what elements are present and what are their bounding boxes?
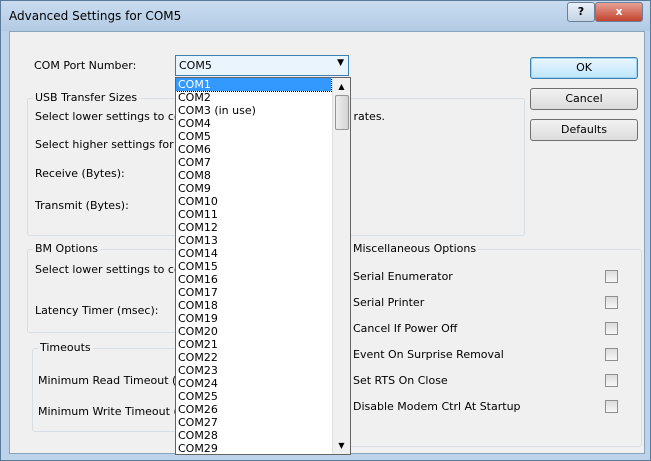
com-port-option[interactable]: COM21 <box>176 338 331 351</box>
usb-hint-line1: Select lower settings to corre <box>35 110 197 123</box>
window-title: Advanced Settings for COM5 <box>9 9 182 23</box>
event-on-surprise-removal-checkbox[interactable] <box>605 348 618 361</box>
com-port-option[interactable]: COM28 <box>176 429 331 442</box>
usb-transfer-title: USB Transfer Sizes <box>33 91 140 104</box>
com-port-option[interactable]: COM9 <box>176 182 331 195</box>
serial-printer-checkbox[interactable] <box>605 296 618 309</box>
transmit-label: Transmit (Bytes): <box>35 199 129 212</box>
com-port-option[interactable]: COM3 (in use) <box>176 104 331 117</box>
com-port-option[interactable]: COM10 <box>176 195 331 208</box>
ok-button[interactable]: OK <box>530 57 638 79</box>
latency-timer-label: Latency Timer (msec): <box>35 304 159 317</box>
dropdown-scrollbar[interactable]: ▲ ▼ <box>332 78 350 454</box>
dialog-window: Advanced Settings for COM5 ? x COM Port … <box>0 0 651 461</box>
com-port-list: COM1 COM2 COM3 (in use) COM4 COM5 COM6 COM7 COM… <box>176 78 332 454</box>
com-port-option[interactable]: COM13 <box>176 234 331 247</box>
receive-label: Receive (Bytes): <box>35 167 125 180</box>
com-port-value: COM5 <box>179 59 212 72</box>
com-port-option[interactable]: COM6 <box>176 143 331 156</box>
com-port-option[interactable]: COM12 <box>176 221 331 234</box>
close-button[interactable]: x <box>595 2 643 22</box>
set-rts-on-close-checkbox[interactable] <box>605 374 618 387</box>
com-port-dropdown[interactable]: COM1 COM2 COM3 (in use) COM4 COM5 COM6 COM7 COM… <box>175 77 351 455</box>
com-port-option[interactable]: COM20 <box>176 325 331 338</box>
com-port-option[interactable]: COM16 <box>176 273 331 286</box>
misc-option-label: Set RTS On Close <box>353 374 448 387</box>
misc-option-label: Disable Modem Ctrl At Startup <box>353 400 521 413</box>
com-port-option[interactable]: COM19 <box>176 312 331 325</box>
scroll-up-icon[interactable]: ▲ <box>333 78 350 95</box>
com-port-option[interactable]: COM4 <box>176 117 331 130</box>
bm-options-title: BM Options <box>33 242 100 255</box>
com-port-option[interactable]: COM14 <box>176 247 331 260</box>
com-port-option[interactable]: COM5 <box>176 130 331 143</box>
com-port-option[interactable]: COM1 <box>176 78 332 92</box>
misc-option-label: Event On Surprise Removal <box>353 348 504 361</box>
cancel-if-power-off-checkbox[interactable] <box>605 322 618 335</box>
bm-hint-line1: Select lower settings to corre <box>35 263 197 276</box>
com-port-combobox[interactable]: COM5 ▼ <box>175 55 349 76</box>
misc-option-label: Cancel If Power Off <box>353 322 458 335</box>
misc-option-label: Serial Enumerator <box>353 270 453 283</box>
defaults-button[interactable]: Defaults <box>530 119 638 141</box>
com-port-option[interactable]: COM7 <box>176 156 331 169</box>
timeouts-title: Timeouts <box>38 341 93 354</box>
com-port-option[interactable]: COM26 <box>176 403 331 416</box>
com-port-option[interactable]: COM23 <box>176 364 331 377</box>
com-port-option[interactable]: COM8 <box>176 169 331 182</box>
com-port-option[interactable]: COM24 <box>176 377 331 390</box>
cancel-button[interactable]: Cancel <box>530 88 638 110</box>
com-port-option[interactable]: COM27 <box>176 416 331 429</box>
com-port-option[interactable]: COM29 <box>176 442 331 454</box>
help-button[interactable]: ? <box>567 2 595 22</box>
scroll-down-icon[interactable]: ▼ <box>333 437 350 454</box>
chevron-down-icon[interactable]: ▼ <box>337 58 344 68</box>
title-bar[interactable]: Advanced Settings for COM5 ? x <box>1 1 650 31</box>
com-port-option[interactable]: COM22 <box>176 351 331 364</box>
com-port-option[interactable]: COM11 <box>176 208 331 221</box>
usb-hint-line2: Select higher settings for fas <box>35 138 194 151</box>
com-port-option[interactable]: COM15 <box>176 260 331 273</box>
com-port-label: COM Port Number: <box>34 59 137 72</box>
com-port-option[interactable]: COM17 <box>176 286 331 299</box>
com-port-option[interactable]: COM2 <box>176 91 331 104</box>
misc-options-title: Miscellaneous Options <box>351 242 479 255</box>
scroll-thumb[interactable] <box>335 95 349 130</box>
misc-option-label: Serial Printer <box>353 296 425 309</box>
dialog-body: COM Port Number: COM5 ▼ OK Cancel Defaul… <box>9 31 645 455</box>
serial-enumerator-checkbox[interactable] <box>605 270 618 283</box>
com-port-option[interactable]: COM18 <box>176 299 331 312</box>
disable-modem-ctrl-checkbox[interactable] <box>605 400 618 413</box>
com-port-option[interactable]: COM25 <box>176 390 331 403</box>
